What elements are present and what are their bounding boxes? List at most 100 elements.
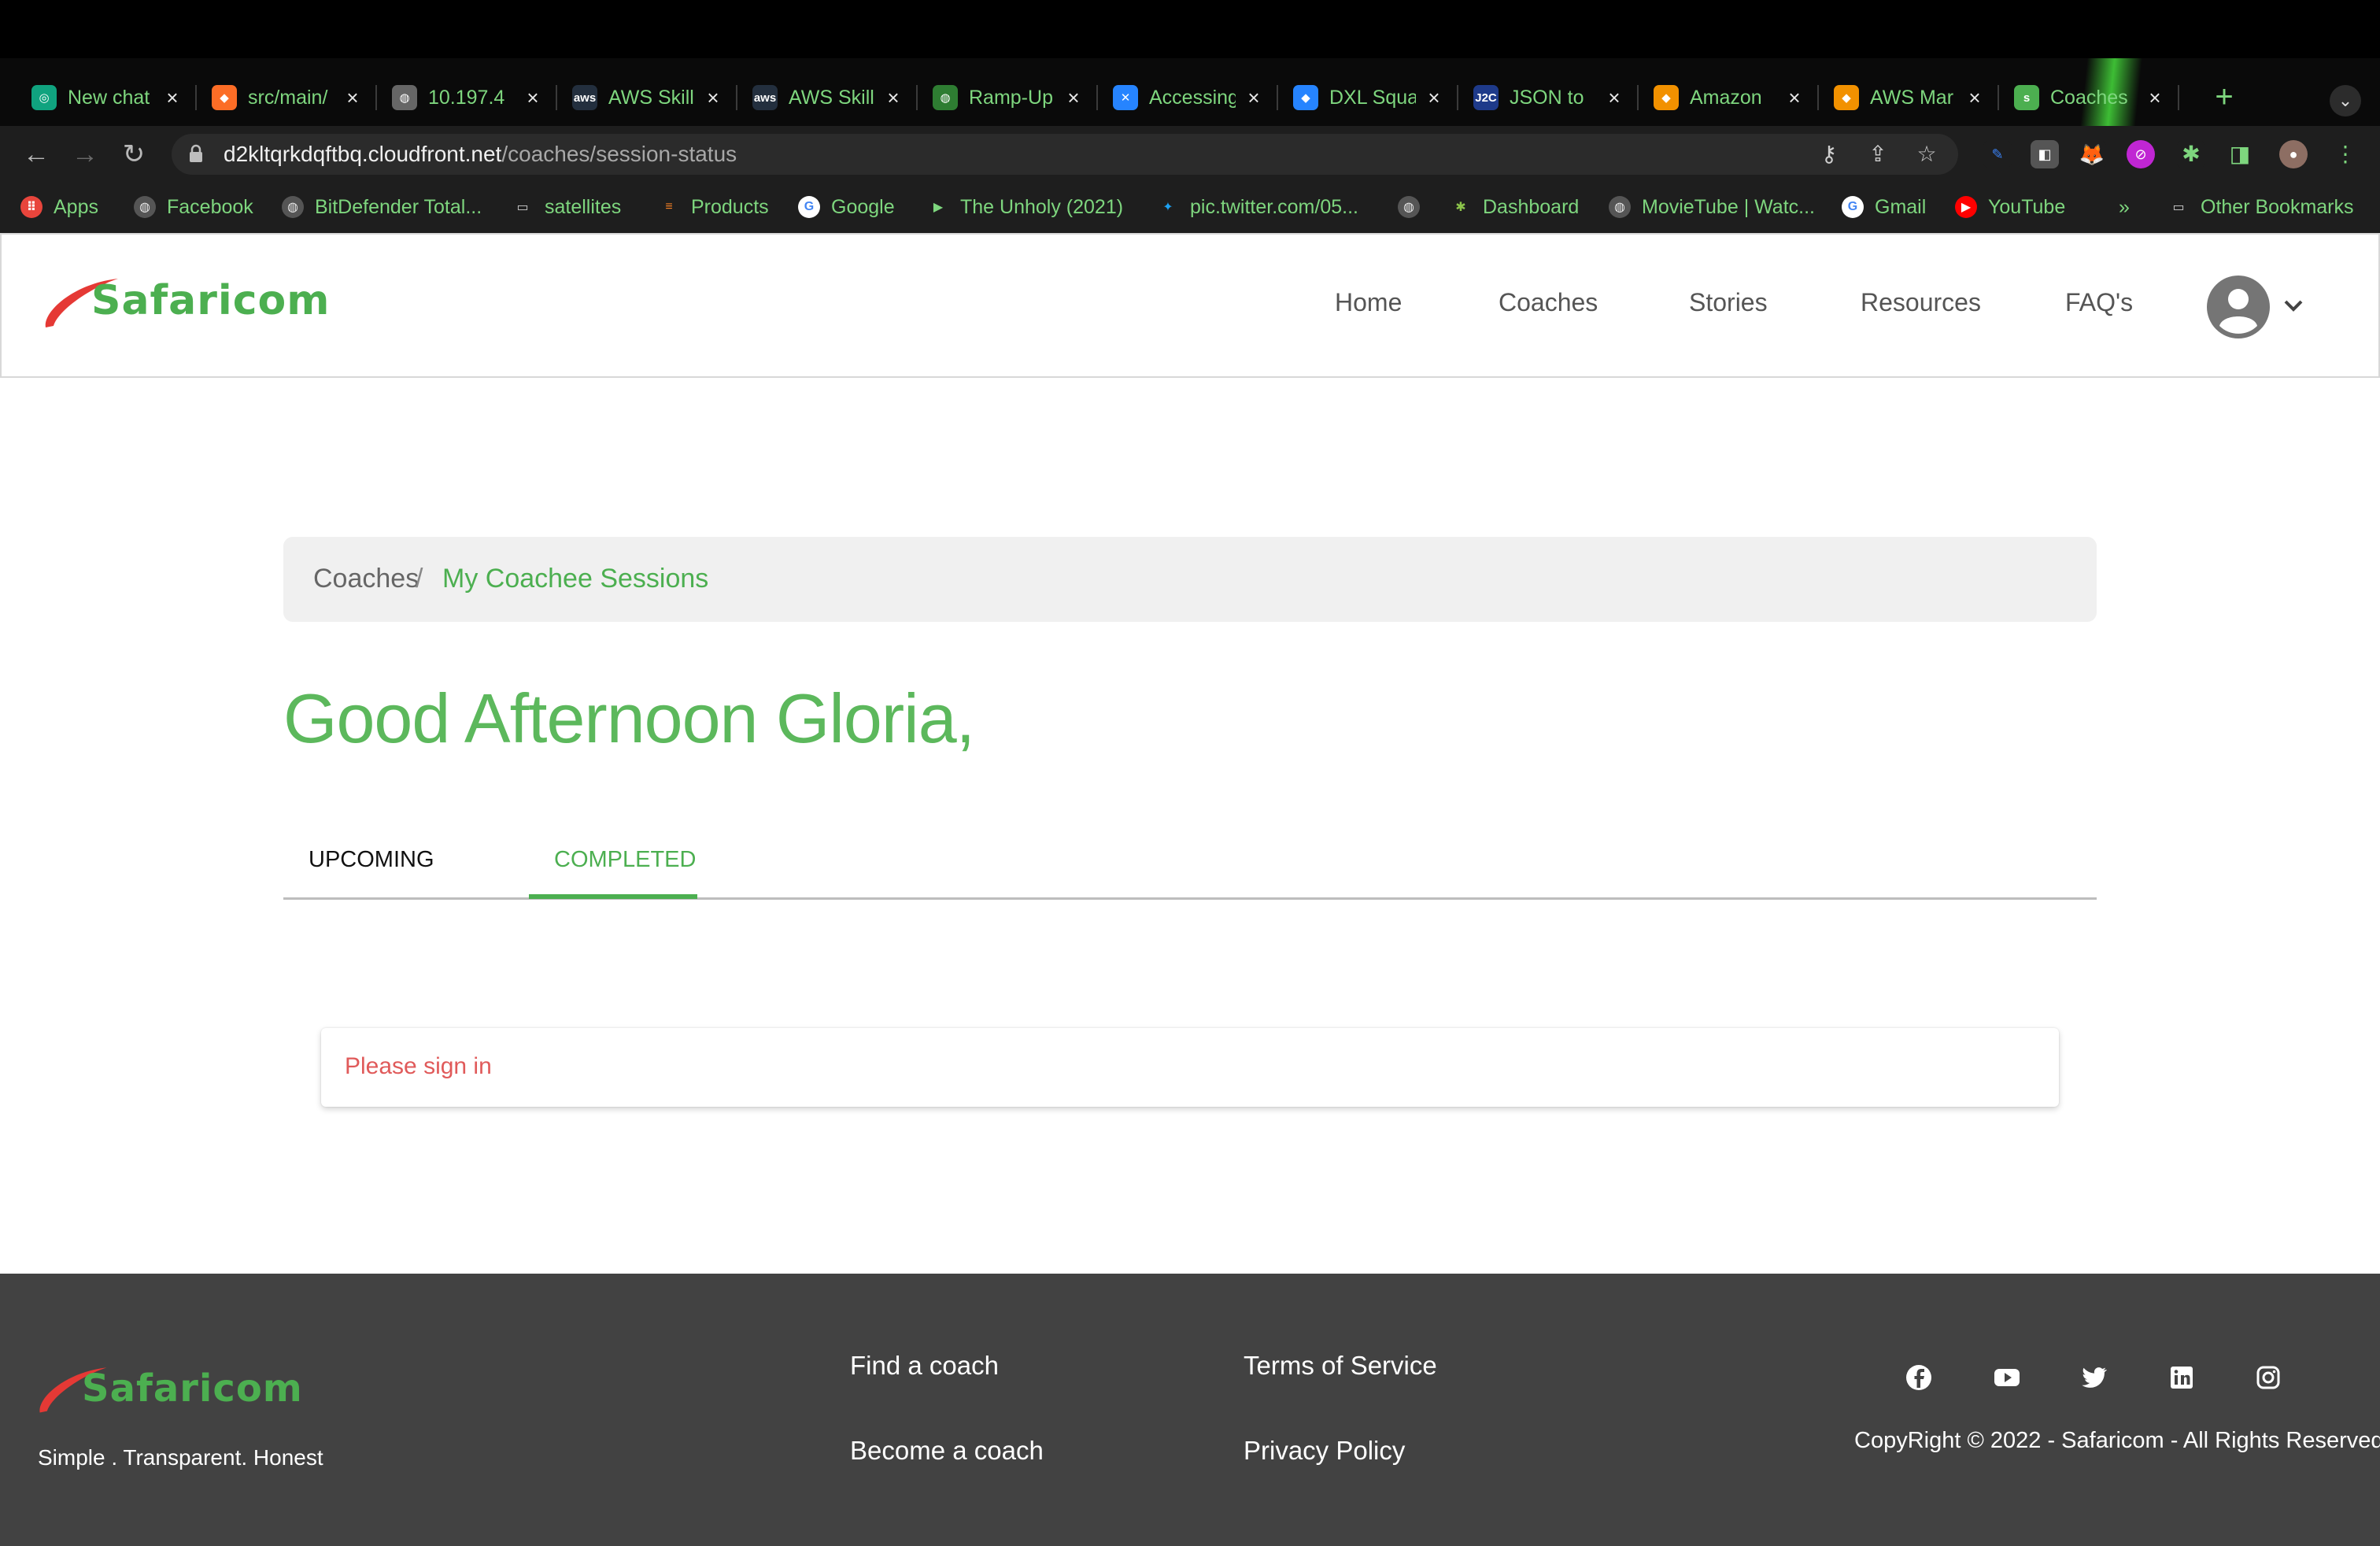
bookmark-item[interactable]: ◍ BitDefender Total... — [282, 194, 482, 220]
globe-icon: ◍ — [282, 196, 304, 218]
close-tab-icon[interactable]: × — [881, 86, 905, 110]
find-coach-link[interactable]: Find a coach — [850, 1351, 999, 1381]
globe-icon: ◍ — [1398, 196, 1420, 218]
tab-upcoming[interactable]: UPCOMING — [309, 847, 434, 873]
bookmark-star-icon[interactable]: ☆ — [1914, 142, 1939, 167]
close-tab-icon[interactable]: × — [1242, 86, 1266, 110]
bookmark-item[interactable]: ◍ MovieTube | Watc... — [1609, 194, 1815, 220]
nav-faqs[interactable]: FAQ's — [2065, 288, 2133, 317]
browser-tab[interactable]: ◎ New chat × — [14, 72, 197, 123]
extension-toggle-icon[interactable]: ◧ — [2031, 140, 2059, 168]
close-tab-icon[interactable]: × — [521, 86, 545, 110]
terms-link[interactable]: Terms of Service — [1244, 1351, 1437, 1381]
safaricom-favicon-icon: s — [2014, 85, 2039, 110]
bookmark-item[interactable]: ◍ Facebook — [134, 194, 253, 220]
footer-tagline: Simple . Transparent. Honest — [38, 1445, 323, 1470]
bookmark-item[interactable]: ✦ pic.twitter.com/05... — [1157, 194, 1358, 220]
tab-title: src/main/ — [248, 86, 328, 109]
extensions-puzzle-icon[interactable]: ✱ — [2177, 140, 2205, 168]
chevron-down-icon[interactable] — [2281, 293, 2306, 318]
close-tab-icon[interactable]: × — [2143, 86, 2167, 110]
play-icon: ▶ — [927, 196, 949, 218]
twitter-icon[interactable] — [2078, 1362, 2109, 1393]
side-panel-icon[interactable]: ◨ — [2226, 140, 2254, 168]
tab-search-button[interactable]: ⌄ — [2330, 85, 2361, 117]
stackoverflow-icon: ≡ — [658, 196, 680, 218]
facebook-icon[interactable] — [1903, 1362, 1935, 1393]
bookmark-item[interactable]: ◍ — [1398, 194, 1431, 220]
bookmark-label: Other Bookmarks — [2201, 195, 2354, 218]
share-icon[interactable]: ⇪ — [1865, 142, 1890, 167]
instagram-icon[interactable] — [2252, 1362, 2284, 1393]
browser-tab[interactable]: ◆ src/main/ × — [194, 72, 377, 123]
nav-resources[interactable]: Resources — [1861, 288, 1981, 317]
new-tab-button[interactable]: + — [2208, 81, 2240, 113]
browser-menu-icon[interactable]: ⋮ — [2331, 140, 2360, 168]
lock-icon[interactable] — [189, 144, 203, 163]
extension-pen-icon[interactable]: ✎ — [1983, 140, 2012, 168]
close-tab-icon[interactable]: × — [1783, 86, 1806, 110]
bookmark-label: Gmail — [1875, 195, 1927, 218]
globe-icon: ◍ — [933, 85, 958, 110]
bookmark-item[interactable]: ▭ Other Bookmarks — [2168, 194, 2354, 220]
metamask-icon[interactable]: 🦊 — [2078, 140, 2106, 168]
tab-separator — [2178, 85, 2179, 110]
json-icon: J2C — [1473, 85, 1499, 110]
bookmark-item[interactable]: G Google — [798, 194, 895, 220]
close-tab-icon[interactable]: × — [161, 86, 184, 110]
close-tab-icon[interactable]: × — [1062, 86, 1085, 110]
bookmark-item[interactable]: ▭ satellites — [512, 194, 621, 220]
close-tab-icon[interactable]: × — [1963, 86, 1986, 110]
browser-tab[interactable]: ◆ Amazon × — [1636, 72, 1819, 123]
nav-coaches[interactable]: Coaches — [1499, 288, 1598, 317]
bookmark-item[interactable]: G Gmail — [1842, 194, 1926, 220]
bookmark-item[interactable]: ✱ Dashboard — [1450, 194, 1579, 220]
tab-title: Amazon — [1690, 86, 1762, 109]
browser-tab[interactable]: J2C JSON to × — [1456, 72, 1639, 123]
google-icon: G — [798, 196, 820, 218]
nav-stories[interactable]: Stories — [1689, 288, 1768, 317]
browser-tab[interactable]: ◆ AWS Mar × — [1816, 72, 1999, 123]
tab-title: New chat — [68, 86, 150, 109]
globe-icon: ◍ — [134, 196, 156, 218]
privacy-link[interactable]: Privacy Policy — [1244, 1436, 1405, 1466]
profile-avatar[interactable]: ● — [2279, 140, 2308, 168]
extension-compass-icon[interactable]: ⊘ — [2127, 140, 2155, 168]
user-avatar-icon[interactable] — [2207, 276, 2270, 338]
close-tab-icon[interactable]: × — [341, 86, 364, 110]
browser-tab[interactable]: ◍ 10.197.4 × — [375, 72, 557, 123]
browser-tab[interactable]: aws AWS Skill × — [735, 72, 918, 123]
browser-tab[interactable]: ◍ Ramp-Up × — [915, 72, 1098, 123]
breadcrumb-coaches[interactable]: Coaches — [313, 564, 419, 594]
site-logo[interactable]: Safaricom — [91, 277, 330, 324]
become-coach-link[interactable]: Become a coach — [850, 1436, 1044, 1466]
close-tab-icon[interactable]: × — [701, 86, 725, 110]
bookmark-item[interactable]: ≡ Products — [658, 194, 769, 220]
page-title: Good Afternoon Gloria, — [283, 679, 975, 757]
globe-icon: ◍ — [392, 85, 417, 110]
browser-tab[interactable]: ✕ Accessing × — [1096, 72, 1278, 123]
key-icon[interactable]: ⚷ — [1816, 142, 1842, 167]
confluence-icon: ✕ — [1113, 85, 1138, 110]
bookmark-item[interactable]: ⠿ Apps — [20, 194, 98, 220]
tab-completed[interactable]: COMPLETED — [554, 847, 696, 873]
bookmarks-overflow-button[interactable]: » — [2119, 194, 2130, 220]
reload-icon[interactable]: ↻ — [118, 139, 150, 170]
back-icon[interactable]: ← — [20, 139, 52, 170]
tab-title: Ramp-Up — [969, 86, 1053, 109]
linkedin-icon[interactable] — [2166, 1362, 2197, 1393]
browser-tab[interactable]: aws AWS Skill × — [555, 72, 737, 123]
browser-tab[interactable]: s Coaches × — [1997, 72, 2179, 123]
forward-icon[interactable]: → — [69, 139, 101, 170]
close-tab-icon[interactable]: × — [1602, 86, 1626, 110]
browser-tab[interactable]: ◆ DXL Squad × — [1276, 72, 1458, 123]
copyright-text: CopyRight © 2022 - Safaricom - All Right… — [1854, 1428, 2380, 1453]
nav-home[interactable]: Home — [1335, 288, 1402, 317]
youtube-icon[interactable] — [1991, 1362, 2023, 1393]
footer-logo[interactable]: Safaricom — [82, 1367, 303, 1411]
close-tab-icon[interactable]: × — [1422, 86, 1446, 110]
url-text[interactable]: d2kltqrkdqftbq.cloudfront.net/coaches/se… — [224, 142, 737, 167]
bookmark-item[interactable]: ▶ YouTube — [1955, 194, 2065, 220]
bookmark-item[interactable]: ▶ The Unholy (2021) — [927, 194, 1123, 220]
bookmark-label: Facebook — [167, 195, 253, 218]
